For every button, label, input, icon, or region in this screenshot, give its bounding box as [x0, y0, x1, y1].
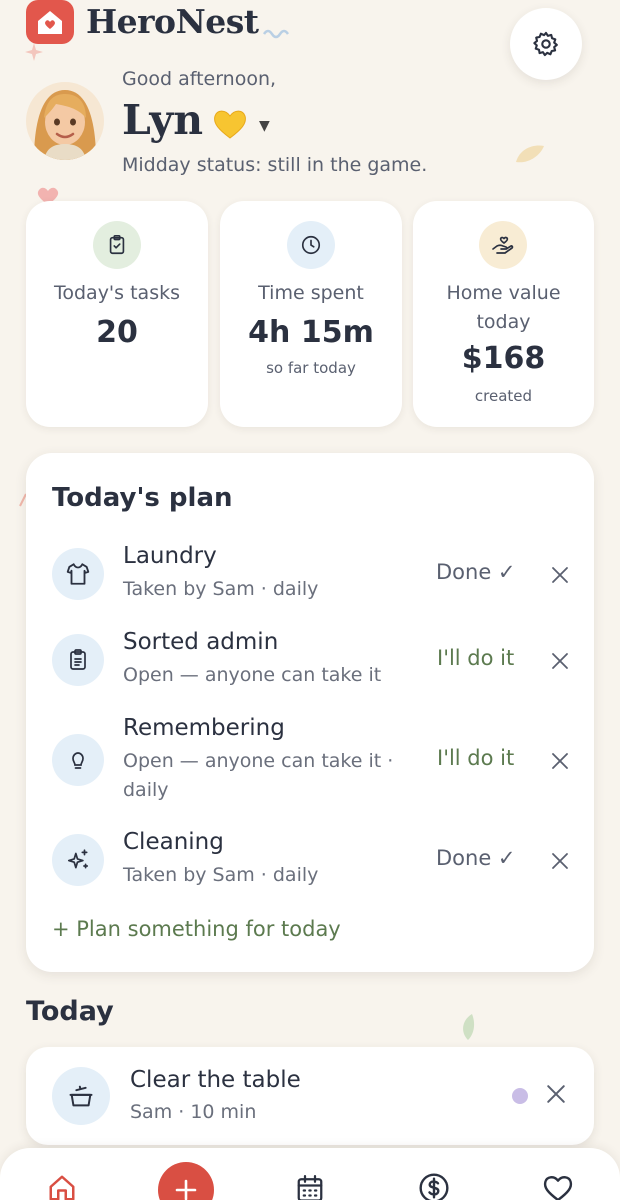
plan-item-title: Cleaning	[123, 829, 224, 855]
shirt-icon	[52, 548, 104, 600]
add-button[interactable]	[158, 1162, 214, 1200]
status-text: Midday status: still in the game.	[122, 154, 428, 176]
nav-calendar[interactable]	[294, 1172, 326, 1200]
user-name[interactable]: Lyn	[122, 96, 203, 144]
plan-title: Today's plan	[52, 483, 233, 513]
clipboard-check-icon	[93, 221, 141, 269]
plan-item-meta: Open — anyone can take it · daily	[123, 750, 394, 801]
nav-favorites[interactable]	[542, 1172, 574, 1200]
app-logo	[26, 0, 74, 44]
close-icon[interactable]	[548, 749, 572, 773]
today-item-title: Clear the table	[130, 1067, 301, 1093]
gear-icon	[533, 31, 558, 57]
plan-item-title: Remembering	[123, 715, 285, 741]
today-item-meta: Sam · 10 min	[130, 1101, 257, 1123]
plan-item-meta: Taken by Sam · daily	[123, 864, 319, 886]
todays-plan-card: Today's plan Laundry Taken by Sam · dail…	[26, 453, 594, 972]
take-task-button[interactable]: I'll do it	[437, 646, 514, 670]
clipboard-list-icon	[52, 634, 104, 686]
nav-money[interactable]	[418, 1172, 450, 1200]
home-icon	[49, 1175, 75, 1200]
stat-card-tasks: Today's tasks 20	[26, 201, 208, 427]
calendar-icon	[297, 1175, 323, 1200]
plan-item-title: Laundry	[123, 543, 217, 569]
today-heading: Today	[26, 996, 114, 1027]
stat-card-value: Home value today $168 created	[413, 201, 594, 427]
stat-label: Time spent	[258, 282, 364, 304]
stat-value: $168	[461, 341, 546, 376]
status-dot	[512, 1088, 528, 1104]
cooking-pot-icon	[52, 1067, 110, 1125]
leaf-decoration	[516, 145, 544, 163]
today-item-clear-table[interactable]: Clear the table Sam · 10 min	[26, 1047, 594, 1145]
user-switcher-caret[interactable]: ▼	[259, 118, 270, 134]
stat-value: 20	[96, 315, 138, 350]
plan-something-link[interactable]: + Plan something for today	[52, 917, 341, 941]
close-icon[interactable]	[548, 849, 572, 873]
nav-home[interactable]	[46, 1172, 78, 1200]
stat-sub: created	[474, 387, 533, 405]
close-icon[interactable]	[548, 649, 572, 673]
heart-icon	[543, 1176, 573, 1200]
home-heart-icon	[38, 11, 62, 34]
clock-icon	[287, 221, 335, 269]
done-status[interactable]: Done ✓	[436, 846, 516, 870]
avatar[interactable]	[26, 82, 104, 160]
stat-label: Home value today	[446, 282, 561, 333]
take-task-button[interactable]: I'll do it	[437, 746, 514, 770]
app-brand: HeroNest	[86, 2, 259, 41]
close-icon[interactable]	[546, 1084, 566, 1108]
settings-button[interactable]	[510, 8, 582, 80]
yellow-heart-icon	[214, 110, 246, 139]
lightbulb-icon	[52, 734, 104, 786]
plan-item-meta: Open — anyone can take it	[123, 664, 382, 686]
greeting-text: Good afternoon,	[122, 68, 277, 90]
sparkles-icon	[52, 834, 104, 886]
stat-label: Today's tasks	[53, 282, 180, 304]
stat-value: 4h 15m	[248, 315, 374, 350]
bottom-nav	[0, 1148, 620, 1200]
sparkle-decoration	[25, 43, 43, 61]
plan-item-title: Sorted admin	[123, 629, 279, 655]
plan-item-meta: Taken by Sam · daily	[123, 578, 319, 600]
add-icon	[175, 1179, 197, 1200]
leaf-decoration	[463, 1014, 475, 1040]
done-status[interactable]: Done ✓	[436, 560, 516, 584]
close-icon[interactable]	[548, 563, 572, 587]
stat-sub: so far today	[266, 359, 356, 377]
stat-card-time: Time spent 4h 15m so far today	[220, 201, 402, 427]
squiggle-decoration	[262, 29, 290, 39]
dollar-icon	[419, 1173, 449, 1200]
hand-heart-icon	[479, 221, 527, 269]
avatar-portrait	[26, 82, 104, 160]
